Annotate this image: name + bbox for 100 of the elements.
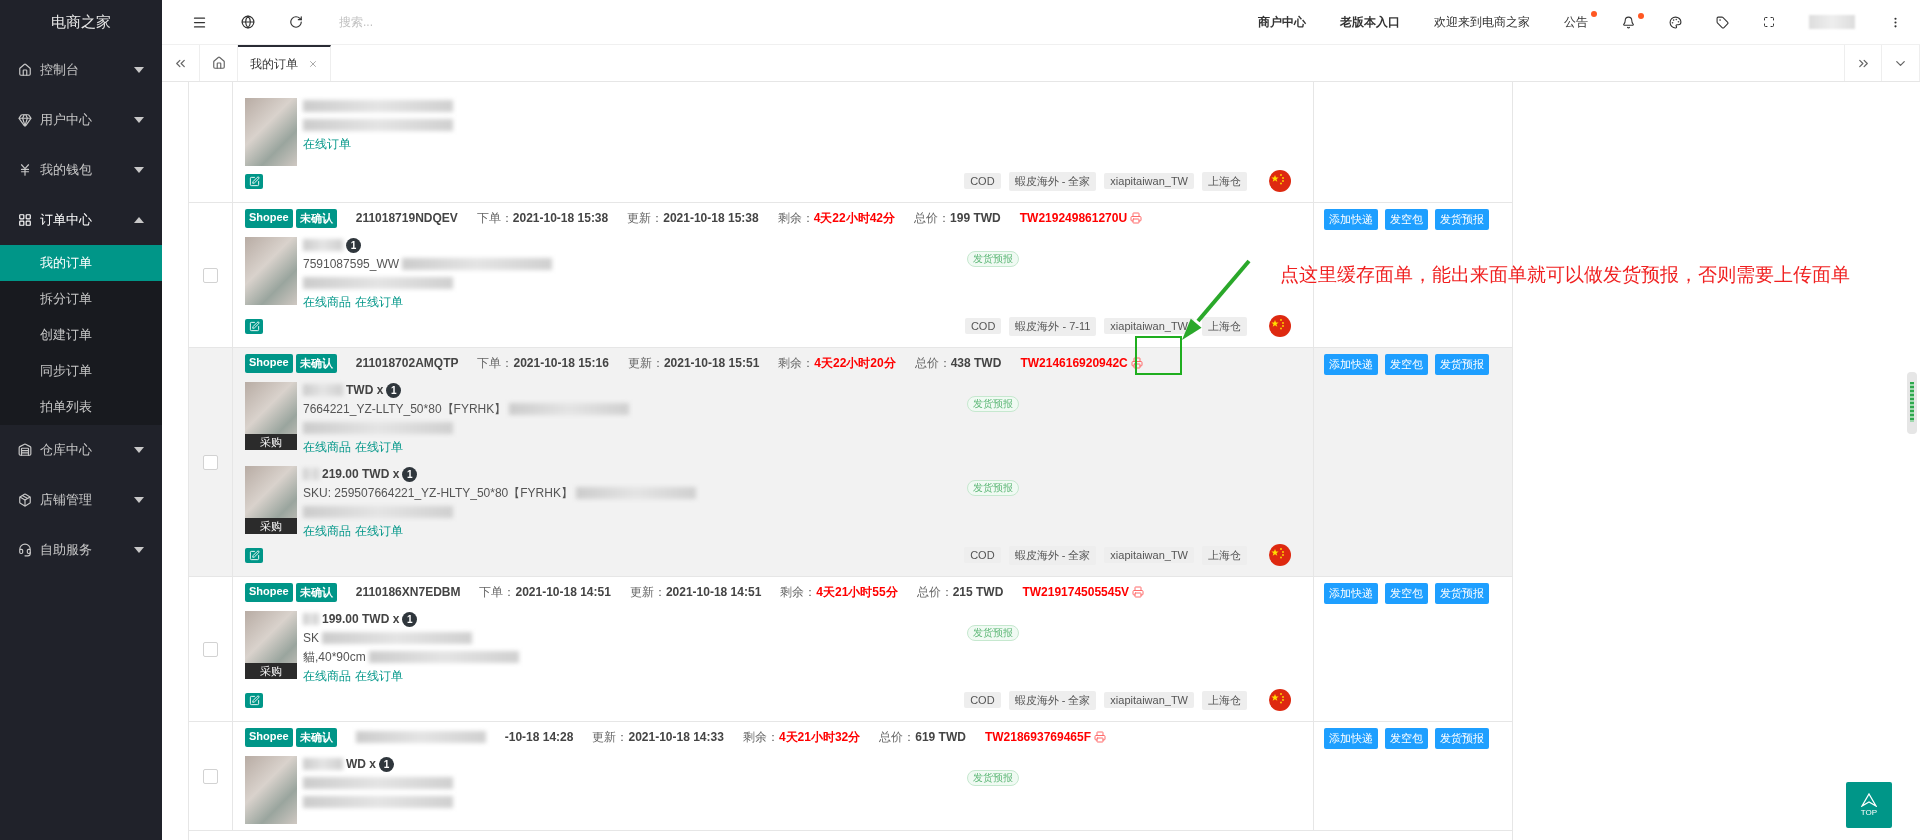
back-to-top-button[interactable]: TOP (1846, 782, 1892, 828)
caret-icon (134, 547, 144, 553)
action-button[interactable]: 发空包 (1385, 354, 1428, 375)
edit-note-icon[interactable] (245, 318, 263, 334)
item-title: 貓,40*90cm (303, 648, 366, 666)
item-sku: SKU: 259507664221_YZ-HLTY_50*80【FYRHK】 (303, 484, 573, 502)
menu-item-icon (18, 543, 32, 557)
forecast-tag: 发货预报 (967, 396, 1019, 412)
action-button[interactable]: 发空包 (1385, 728, 1428, 749)
action-button[interactable]: 添加快递 (1324, 583, 1378, 604)
sidebar-item[interactable]: 用户中心 (0, 95, 162, 145)
item-link[interactable]: 在线商品 (303, 294, 351, 311)
submenu-item[interactable]: 拆分订单 (0, 281, 162, 317)
close-icon[interactable] (308, 59, 318, 69)
printer-icon[interactable] (1130, 357, 1143, 369)
item-link[interactable]: 在线商品 (303, 523, 351, 540)
tracking-number: TW218693769465F (984, 730, 1091, 744)
sidebar-item[interactable]: 控制台 (0, 45, 162, 95)
printer-icon[interactable] (1132, 586, 1145, 598)
header-link[interactable]: 商户中心 (1258, 13, 1306, 31)
menu-item-icon (18, 493, 32, 507)
sidebar-item[interactable]: 我的钱包 (0, 145, 162, 195)
sidebar-item[interactable]: 仓库中心 (0, 425, 162, 475)
order-tag: 上海仓 (1202, 545, 1247, 565)
item-link[interactable]: 在线订单 (303, 136, 351, 153)
sidebar-item[interactable]: 订单中心 (0, 195, 162, 245)
action-button[interactable]: 添加快递 (1324, 728, 1378, 749)
tracking-number: TW214616920942C (1020, 356, 1128, 370)
edit-note-icon[interactable] (245, 692, 263, 708)
globe-icon[interactable] (241, 15, 255, 29)
order-tag: 上海仓 (1202, 316, 1247, 336)
sidebar-item[interactable]: 店铺管理 (0, 475, 162, 525)
fullscreen-icon[interactable] (1763, 16, 1775, 28)
printer-icon[interactable] (1130, 212, 1143, 224)
order-field: 总价：438 TWD (914, 354, 1002, 372)
item-link[interactable]: 在线订单 (355, 294, 403, 311)
platform-badge: Shopee (245, 208, 293, 228)
item-link[interactable]: 在线订单 (355, 668, 403, 685)
checkbox[interactable] (203, 267, 218, 283)
order-number: 211018702AMQTP (355, 356, 459, 370)
order-tag: 蝦皮海外 - 全家 (1008, 171, 1097, 191)
quantity-badge: 1 (402, 611, 418, 627)
action-button[interactable]: 发货预报 (1435, 209, 1489, 230)
purchase-tag[interactable]: 采购 (245, 518, 297, 534)
triangle-icon (1861, 793, 1877, 807)
flag-icon (1269, 170, 1291, 192)
notice-link[interactable]: 公告 (1564, 13, 1588, 31)
item-link[interactable]: 在线订单 (355, 523, 403, 540)
order-field: 下单：2021-10-18 15:38 (476, 209, 609, 227)
menu-icon[interactable] (192, 14, 207, 30)
tracking-number: TW219249861270U (1019, 211, 1128, 225)
checkbox[interactable] (203, 454, 218, 470)
tracking-number: TW219174505545V (1022, 585, 1130, 599)
order-number: 2110186XN7EDBM (355, 585, 461, 599)
action-button[interactable]: 添加快递 (1324, 209, 1378, 230)
action-button[interactable]: 添加快递 (1324, 354, 1378, 375)
header-link[interactable]: 老版本入口 (1340, 13, 1400, 31)
action-button[interactable]: 发货预报 (1435, 583, 1489, 604)
action-button[interactable]: 发货预报 (1435, 354, 1489, 375)
order-tag: xiapitaiwan_TW (1104, 318, 1194, 334)
status-badge: 未确认 (295, 582, 337, 602)
item-price: 219.00 TWD x (322, 467, 400, 481)
flag-icon (1269, 689, 1291, 711)
action-button[interactable]: 发空包 (1385, 209, 1428, 230)
item-sku: SK (303, 631, 319, 645)
page-tab[interactable]: 我的订单 (238, 45, 331, 81)
action-button[interactable]: 发空包 (1385, 583, 1428, 604)
sidebar-item[interactable]: 自助服务 (0, 525, 162, 575)
bell-icon[interactable] (1622, 15, 1635, 29)
order-field: 更新：2021-10-18 15:38 (627, 209, 759, 227)
submenu-item[interactable]: 同步订单 (0, 353, 162, 389)
redacted-text (303, 613, 319, 625)
redacted-text (303, 239, 343, 251)
scroll-right-button[interactable] (1844, 45, 1882, 81)
menu-item-icon (18, 443, 32, 457)
item-link[interactable]: 在线订单 (355, 439, 403, 456)
order-field: 总价：619 TWD (879, 728, 966, 746)
refresh-icon[interactable] (289, 15, 303, 29)
order-field: 下单：2021-10-18 14:51 (479, 583, 611, 601)
platform-badge: Shopee (245, 582, 293, 602)
printer-icon[interactable] (1094, 731, 1106, 743)
submenu-item[interactable]: 创建订单 (0, 317, 162, 353)
annotation-text: 点这里缓存面单，能出来面单就可以做发货预报，否则需要上传面单 (1280, 263, 1850, 287)
order-number: 211018719NDQEV (355, 211, 458, 225)
palette-icon[interactable] (1669, 15, 1682, 29)
purchase-tag[interactable]: 采购 (245, 434, 297, 450)
menu-item-icon (18, 63, 32, 77)
item-link[interactable]: 在线商品 (303, 439, 351, 456)
purchase-tag[interactable]: 采购 (245, 663, 297, 679)
scrollbar[interactable] (1907, 372, 1917, 434)
edit-note-icon[interactable] (245, 547, 263, 563)
edit-note-icon[interactable] (245, 173, 263, 189)
action-button[interactable]: 发货预报 (1435, 728, 1489, 749)
submenu-item[interactable]: 拍单列表 (0, 389, 162, 425)
submenu-item[interactable]: 我的订单 (0, 245, 162, 281)
item-link[interactable]: 在线商品 (303, 668, 351, 685)
checkbox[interactable] (203, 641, 218, 657)
header-link[interactable]: 欢迎来到电商之家 (1434, 13, 1530, 31)
checkbox[interactable] (203, 768, 218, 784)
tag-icon[interactable] (1716, 15, 1729, 29)
